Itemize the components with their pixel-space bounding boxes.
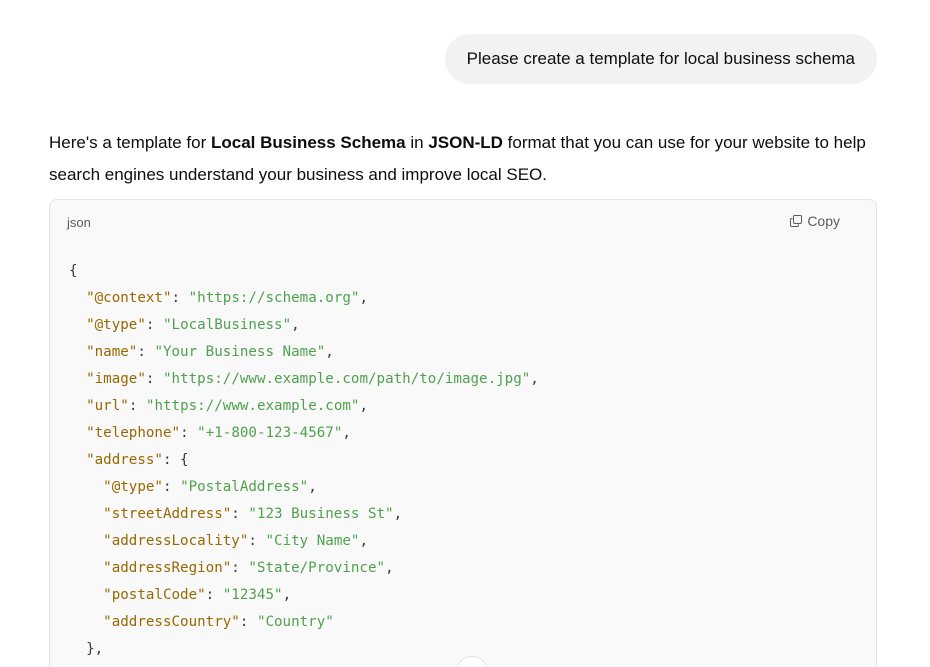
code-string: "City Name" bbox=[265, 533, 360, 549]
intro-bold-2: JSON-LD bbox=[428, 133, 503, 152]
code-string: "+1-800-123-4567" bbox=[197, 425, 343, 441]
code-punctuation: : bbox=[231, 560, 249, 576]
code-line: "addressRegion": "State/Province", bbox=[69, 555, 539, 582]
code-block-header: json Copy bbox=[50, 200, 876, 244]
code-punctuation: : bbox=[128, 398, 146, 414]
code-line: "addressCountry": "Country" bbox=[69, 609, 539, 636]
intro-text-1: Here's a template for bbox=[49, 133, 211, 152]
code-punctuation: , bbox=[282, 587, 292, 603]
code-punctuation: , bbox=[359, 533, 368, 549]
chat-page: Please create a template for local busin… bbox=[0, 0, 930, 667]
code-punctuation: : bbox=[137, 344, 155, 360]
code-line: "postalCode": "12345", bbox=[69, 582, 539, 609]
code-key: "url" bbox=[86, 398, 129, 414]
code-line: "@context": "https://schema.org", bbox=[69, 285, 539, 312]
user-message-bubble: Please create a template for local busin… bbox=[444, 34, 877, 84]
code-line: "address": { bbox=[69, 447, 539, 474]
code-punctuation: , bbox=[530, 371, 539, 387]
intro-text-2: in bbox=[405, 133, 429, 152]
code-punctuation: : bbox=[239, 614, 257, 630]
assistant-intro: Here's a template for Local Business Sch… bbox=[49, 127, 879, 191]
code-punctuation: , bbox=[325, 344, 334, 360]
code-punctuation: : bbox=[145, 317, 163, 333]
code-punctuation: , bbox=[393, 506, 403, 522]
copy-button-label: Copy bbox=[807, 213, 840, 229]
code-string: "https://schema.org" bbox=[188, 290, 360, 306]
code-content: { "@context": "https://schema.org", "@ty… bbox=[69, 258, 539, 663]
user-message-text: Please create a template for local busin… bbox=[466, 49, 855, 68]
code-key: "addressRegion" bbox=[103, 560, 232, 576]
code-punctuation: { bbox=[69, 263, 78, 279]
code-punctuation: : bbox=[145, 371, 163, 387]
copy-icon bbox=[790, 215, 803, 227]
code-string: "Your Business Name" bbox=[154, 344, 326, 360]
code-line: "addressLocality": "City Name", bbox=[69, 528, 539, 555]
code-key: "image" bbox=[86, 371, 146, 387]
code-punctuation: : bbox=[205, 587, 223, 603]
code-punctuation: }, bbox=[86, 641, 104, 657]
code-string: "State/Province" bbox=[248, 560, 386, 576]
code-key: "@context" bbox=[86, 290, 172, 306]
code-string: "PostalAddress" bbox=[180, 479, 309, 495]
code-string: "123 Business St" bbox=[248, 506, 394, 522]
code-key: "postalCode" bbox=[103, 587, 206, 603]
code-language-label: json bbox=[67, 215, 91, 230]
code-key: "address" bbox=[86, 452, 163, 468]
code-punctuation: , bbox=[342, 425, 351, 441]
code-key: "addressCountry" bbox=[103, 614, 240, 630]
code-key: "streetAddress" bbox=[103, 506, 232, 522]
code-line: "url": "https://www.example.com", bbox=[69, 393, 539, 420]
code-key: "addressLocality" bbox=[103, 533, 249, 549]
code-line: { bbox=[69, 258, 539, 285]
code-key: "@type" bbox=[103, 479, 163, 495]
copy-button[interactable]: Copy bbox=[790, 213, 840, 229]
code-line: "streetAddress": "123 Business St", bbox=[69, 501, 539, 528]
code-key: "@type" bbox=[86, 317, 146, 333]
code-punctuation: : bbox=[180, 425, 198, 441]
code-string: "https://www.example.com" bbox=[145, 398, 360, 414]
code-line: "name": "Your Business Name", bbox=[69, 339, 539, 366]
code-block: json Copy { "@context": "https://schema.… bbox=[49, 199, 877, 667]
code-line: "telephone": "+1-800-123-4567", bbox=[69, 420, 539, 447]
code-string: "12345" bbox=[222, 587, 283, 603]
code-punctuation: , bbox=[291, 317, 300, 333]
code-string: "LocalBusiness" bbox=[162, 317, 292, 333]
code-string: "Country" bbox=[256, 614, 334, 630]
code-punctuation: : bbox=[171, 290, 189, 306]
code-punctuation: : bbox=[231, 506, 249, 522]
code-key: "name" bbox=[86, 344, 138, 360]
code-line: "image": "https://www.example.com/path/t… bbox=[69, 366, 539, 393]
code-punctuation: , bbox=[359, 290, 368, 306]
code-punctuation: : bbox=[162, 479, 181, 495]
code-punctuation: , bbox=[359, 398, 368, 414]
code-line: "@type": "PostalAddress", bbox=[69, 474, 539, 501]
code-key: "telephone" bbox=[86, 425, 181, 441]
code-string: "https://www.example.com/path/to/image.j… bbox=[162, 371, 531, 387]
code-punctuation: : { bbox=[162, 452, 189, 468]
code-punctuation: : bbox=[248, 533, 266, 549]
intro-bold-1: Local Business Schema bbox=[210, 133, 406, 152]
code-punctuation: , bbox=[308, 479, 317, 495]
code-line: "@type": "LocalBusiness", bbox=[69, 312, 539, 339]
code-punctuation: , bbox=[385, 560, 394, 576]
